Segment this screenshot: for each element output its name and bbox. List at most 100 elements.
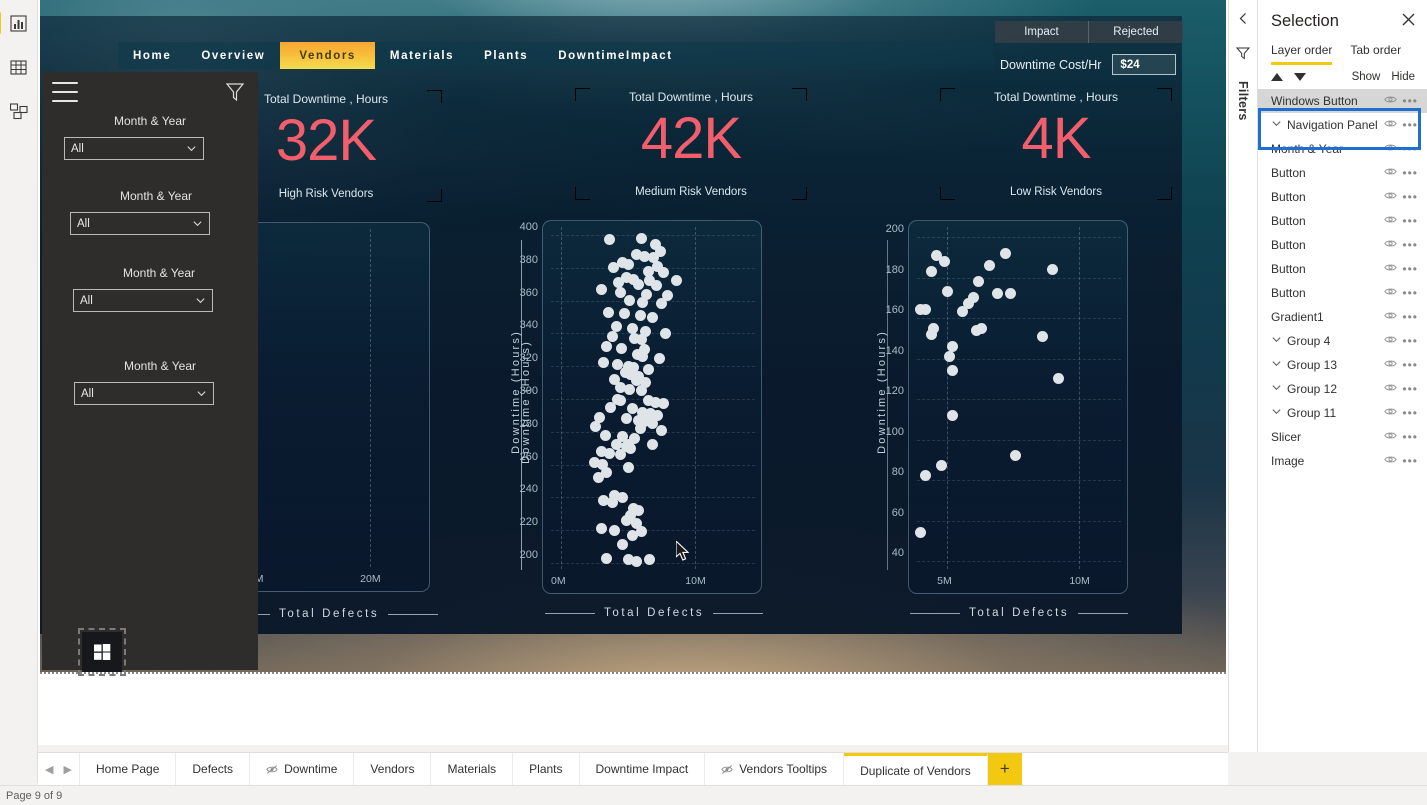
layer-item[interactable]: Button ••• bbox=[1258, 161, 1427, 185]
next-page-icon[interactable]: ▶ bbox=[64, 763, 72, 776]
layer-item[interactable]: Button ••• bbox=[1258, 257, 1427, 281]
filter-icon[interactable] bbox=[1235, 46, 1251, 65]
page-tab-plants[interactable]: Plants bbox=[513, 753, 580, 785]
scatter-point[interactable] bbox=[623, 295, 635, 307]
eye-icon[interactable] bbox=[1384, 406, 1398, 420]
scatter-point[interactable] bbox=[622, 439, 634, 451]
scatter-point[interactable] bbox=[630, 555, 642, 567]
scatter-point[interactable] bbox=[636, 526, 648, 538]
scatter-point[interactable] bbox=[599, 429, 611, 441]
layer-item[interactable]: Button ••• bbox=[1258, 185, 1427, 209]
scatter-point[interactable] bbox=[614, 286, 626, 298]
scatter-point[interactable] bbox=[646, 311, 658, 323]
nav-item-downtimeimpact[interactable]: DowntimeImpact bbox=[543, 42, 687, 69]
eye-icon[interactable] bbox=[1384, 382, 1398, 396]
scatter-point[interactable] bbox=[615, 342, 627, 354]
scatter-point[interactable] bbox=[603, 234, 615, 246]
layer-item[interactable]: Windows Button ••• bbox=[1258, 89, 1427, 113]
downtime-cost-value[interactable]: $24 bbox=[1112, 54, 1177, 75]
add-page-button[interactable]: + bbox=[987, 753, 1022, 785]
scatter-point[interactable] bbox=[617, 539, 629, 551]
chevron-left-icon[interactable] bbox=[1238, 12, 1249, 30]
prev-page-icon[interactable]: ◀ bbox=[45, 763, 53, 776]
page-tab-vendors-tooltips[interactable]: Vendors Tooltips bbox=[705, 753, 845, 785]
scatter-point[interactable] bbox=[1036, 330, 1048, 342]
eye-icon[interactable] bbox=[1384, 166, 1398, 180]
more-options-icon[interactable]: ••• bbox=[1402, 214, 1418, 228]
eye-icon[interactable] bbox=[1384, 358, 1398, 372]
slicer-month-year-2[interactable]: Month & Year All bbox=[70, 189, 242, 235]
scatter-point[interactable] bbox=[601, 341, 613, 353]
scatter-point[interactable] bbox=[946, 409, 958, 421]
scatter-point[interactable] bbox=[957, 306, 969, 318]
scatter-point[interactable] bbox=[1005, 288, 1017, 300]
chevron-down-icon[interactable] bbox=[1271, 358, 1282, 372]
slicer-month-year-4[interactable]: Month & Year All bbox=[74, 359, 246, 405]
layer-item[interactable]: Button ••• bbox=[1258, 209, 1427, 233]
filters-pane-label[interactable]: Filters bbox=[1236, 81, 1250, 121]
scatter-point[interactable] bbox=[606, 496, 618, 508]
layer-item[interactable]: Gradient1 ••• bbox=[1258, 305, 1427, 329]
scatter-point[interactable] bbox=[601, 552, 613, 564]
page-tab-defects[interactable]: Defects bbox=[176, 753, 251, 785]
nav-item-home[interactable]: Home bbox=[118, 42, 186, 69]
scatter-point[interactable] bbox=[1052, 373, 1064, 385]
scatter-point[interactable] bbox=[670, 275, 682, 287]
scatter-point[interactable] bbox=[595, 283, 607, 295]
more-options-icon[interactable]: ••• bbox=[1402, 430, 1418, 444]
page-tab-downtime-impact[interactable]: Downtime Impact bbox=[579, 753, 706, 785]
scatter-point[interactable] bbox=[636, 232, 648, 244]
slicer-month-year-3[interactable]: Month & Year All bbox=[73, 266, 245, 312]
layer-item[interactable]: Button ••• bbox=[1258, 281, 1427, 305]
chevron-down-icon[interactable] bbox=[1271, 334, 1282, 348]
layer-item[interactable]: Button ••• bbox=[1258, 233, 1427, 257]
scatter-point[interactable] bbox=[637, 350, 649, 362]
windows-button-selection[interactable] bbox=[78, 628, 126, 676]
scatter-point[interactable] bbox=[622, 462, 634, 474]
eye-icon[interactable] bbox=[1384, 286, 1398, 300]
scatter-point[interactable] bbox=[593, 472, 605, 484]
scatter-point[interactable] bbox=[603, 447, 615, 459]
report-page[interactable]: Impact Rejected Home Overview Vendors Ma… bbox=[40, 0, 1226, 676]
scatter-point[interactable] bbox=[656, 298, 668, 310]
scatter-point[interactable] bbox=[657, 267, 669, 279]
more-options-icon[interactable]: ••• bbox=[1402, 262, 1418, 276]
scatter-point[interactable] bbox=[614, 395, 626, 407]
more-options-icon[interactable]: ••• bbox=[1402, 382, 1418, 396]
scatter-point[interactable] bbox=[633, 278, 645, 290]
more-options-icon[interactable]: ••• bbox=[1402, 94, 1418, 108]
scatter-point[interactable] bbox=[637, 296, 649, 308]
scatter-point[interactable] bbox=[925, 265, 937, 277]
scatter-point[interactable] bbox=[991, 288, 1003, 300]
arrow-down-icon[interactable] bbox=[1294, 73, 1306, 81]
slicer-month-year-1[interactable]: Month & Year All bbox=[64, 114, 236, 160]
more-options-icon[interactable]: ••• bbox=[1402, 406, 1418, 420]
eye-icon[interactable] bbox=[1384, 214, 1398, 228]
nav-item-materials[interactable]: Materials bbox=[375, 42, 469, 69]
scatter-point[interactable] bbox=[1010, 450, 1022, 462]
page-tab-vendors[interactable]: Vendors bbox=[354, 753, 432, 785]
eye-icon[interactable] bbox=[1384, 262, 1398, 276]
scatter-point[interactable] bbox=[614, 449, 626, 461]
page-tab-downtime[interactable]: Downtime bbox=[250, 753, 355, 785]
chevron-down-icon[interactable] bbox=[1271, 118, 1282, 132]
funnel-icon[interactable] bbox=[225, 82, 245, 102]
scatter-point[interactable] bbox=[602, 306, 614, 318]
eye-icon[interactable] bbox=[1384, 94, 1398, 108]
scatter-point[interactable] bbox=[660, 327, 672, 339]
scatter-point[interactable] bbox=[656, 424, 668, 436]
windows-button[interactable] bbox=[82, 632, 122, 672]
model-view-icon[interactable] bbox=[3, 96, 35, 126]
scatter-point[interactable] bbox=[941, 286, 953, 298]
slicer-dropdown[interactable]: All bbox=[73, 289, 213, 312]
nav-item-vendors[interactable]: Vendors bbox=[280, 42, 375, 69]
chevron-down-icon[interactable] bbox=[1271, 406, 1282, 420]
scatter-point[interactable] bbox=[1047, 263, 1059, 275]
scatter-point[interactable] bbox=[607, 262, 619, 274]
show-all-link[interactable]: Show bbox=[1352, 71, 1381, 83]
scatter-point[interactable] bbox=[938, 255, 950, 267]
eye-icon[interactable] bbox=[1384, 142, 1398, 156]
page-tab-home-page[interactable]: Home Page bbox=[80, 753, 177, 785]
scatter-point[interactable] bbox=[590, 421, 602, 433]
scatter-chart-low-risk[interactable]: 5M 10M bbox=[908, 220, 1128, 594]
